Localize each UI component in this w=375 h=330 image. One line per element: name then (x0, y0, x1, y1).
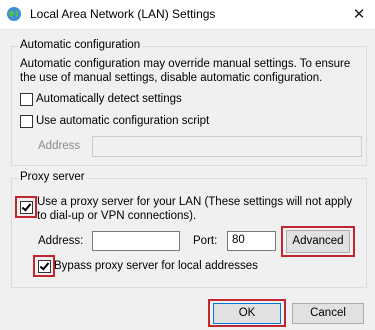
title-bar: Local Area Network (LAN) Settings ✕ (0, 0, 375, 30)
port-field[interactable]: 80 (227, 231, 276, 251)
detect-settings-label[interactable]: Automatically detect settings (36, 93, 182, 105)
detect-settings-checkbox[interactable] (20, 93, 33, 106)
window-title: Local Area Network (LAN) Settings (30, 7, 216, 21)
config-script-checkbox[interactable] (20, 115, 33, 128)
automatic-configuration-description: Automatic configuration may override man… (20, 58, 351, 84)
network-globe-icon (7, 7, 21, 21)
bypass-local-highlight (33, 255, 55, 277)
script-address-field[interactable] (92, 136, 362, 157)
use-proxy-highlight (15, 196, 37, 218)
advanced-highlight (281, 226, 355, 257)
automatic-configuration-legend: Automatic configuration (18, 39, 143, 51)
cancel-button[interactable]: Cancel (292, 303, 364, 324)
cancel-button-label: Cancel (310, 307, 346, 319)
close-icon[interactable]: ✕ (343, 0, 375, 29)
ok-highlight (208, 299, 286, 327)
use-proxy-label[interactable]: Use a proxy server for your LAN (These s… (37, 195, 362, 223)
bypass-local-label[interactable]: Bypass proxy server for local addresses (54, 260, 258, 272)
proxy-address-field[interactable] (92, 231, 180, 251)
proxy-server-legend: Proxy server (18, 171, 87, 183)
config-script-label[interactable]: Use automatic configuration script (36, 115, 209, 127)
proxy-address-label: Address: (38, 235, 84, 247)
port-label: Port: (193, 235, 218, 247)
script-address-label: Address (38, 140, 81, 152)
